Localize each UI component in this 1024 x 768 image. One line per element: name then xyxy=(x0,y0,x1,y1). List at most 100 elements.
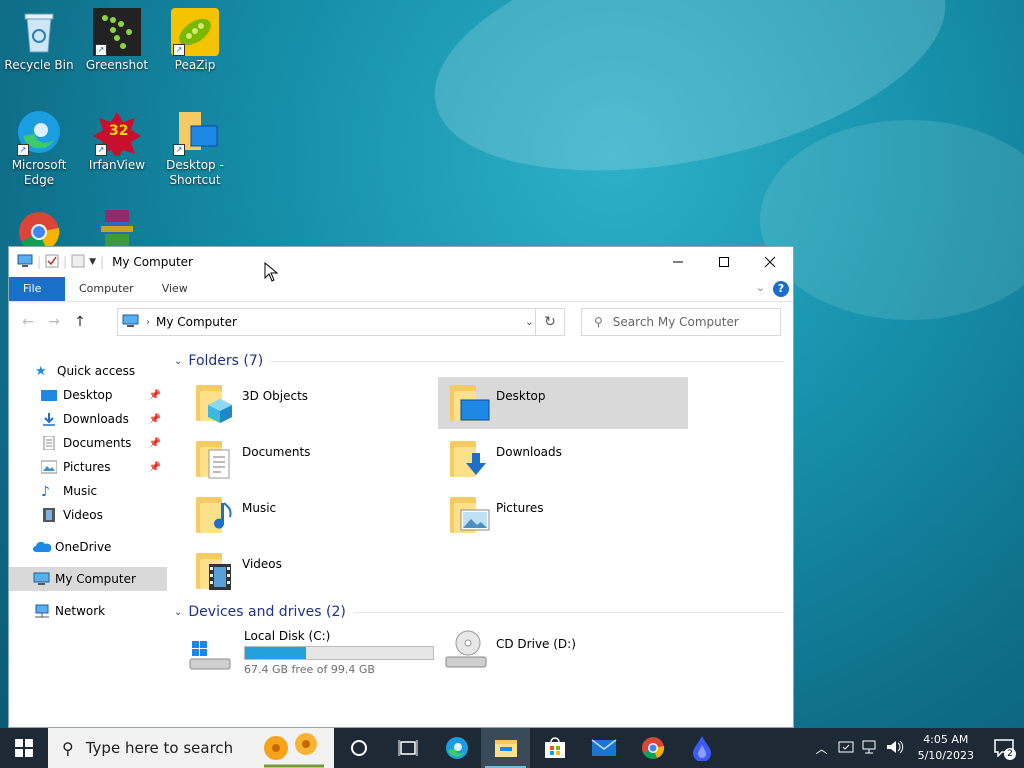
sidebar-item-my-computer[interactable]: My Computer xyxy=(9,567,167,591)
folder-music-icon xyxy=(194,493,236,535)
folder-music[interactable]: Music xyxy=(184,489,434,541)
taskbar-search-box[interactable]: ⚲ Type here to search xyxy=(48,728,334,768)
shortcut-arrow-icon: ↗ xyxy=(95,44,107,56)
desktop-icon-irfanview[interactable]: 32 ↗ IrfanView xyxy=(78,108,156,173)
taskbar-chrome[interactable] xyxy=(628,728,677,768)
sidebar-item-pictures[interactable]: Pictures 📌 xyxy=(9,455,167,479)
pin-icon[interactable]: 📌 xyxy=(149,414,161,425)
folder-documents[interactable]: Documents xyxy=(184,433,434,485)
address-bar[interactable]: › My Computer ⌄ ↻ xyxy=(117,308,565,336)
window-controls xyxy=(655,247,793,277)
title-bar[interactable]: | | ▼ | My Computer xyxy=(9,247,793,277)
forward-button[interactable]: → xyxy=(41,314,67,330)
cortana-button[interactable] xyxy=(334,728,383,768)
group-header-folders[interactable]: ⌄ Folders (7) xyxy=(174,353,784,369)
shortcut-arrow-icon: ↗ xyxy=(173,144,185,156)
sidebar-item-downloads[interactable]: Downloads 📌 xyxy=(9,407,167,431)
recycle-bin-icon xyxy=(15,8,63,56)
computer-icon xyxy=(122,314,140,331)
system-clock[interactable]: 4:05 AM 5/10/2023 xyxy=(918,732,974,764)
sidebar-item-network[interactable]: Network xyxy=(9,599,167,623)
irfanview-badge: 32 xyxy=(109,123,129,139)
group-divider xyxy=(271,360,784,362)
download-arrow-icon xyxy=(41,412,57,426)
volume-icon[interactable] xyxy=(886,739,904,758)
collapse-chevron-icon[interactable]: ⌄ xyxy=(174,607,182,618)
irfanview-icon: 32 ↗ xyxy=(93,108,141,160)
desktop-icon-greenshot[interactable]: ↗ Greenshot xyxy=(78,8,156,73)
network-icon[interactable] xyxy=(862,739,878,758)
folder-downloads[interactable]: Downloads xyxy=(438,433,688,485)
drive-free-space: 67.4 GB free of 99.4 GB xyxy=(244,663,375,676)
desktop-icon-desktop-shortcut[interactable]: ↗ Desktop - Shortcut xyxy=(156,108,234,188)
tab-file[interactable]: File xyxy=(9,277,65,301)
desktop-icon-recycle-bin[interactable]: Recycle Bin xyxy=(0,8,78,73)
computer-icon xyxy=(33,572,50,586)
show-hidden-icons-chevron-icon[interactable]: ︿ xyxy=(816,740,828,757)
clock-date: 5/10/2023 xyxy=(917,749,974,762)
tab-view[interactable]: View xyxy=(148,277,202,301)
tray-app-icon[interactable] xyxy=(838,739,854,758)
drive-cd-d[interactable]: CD Drive (D:) xyxy=(444,629,576,676)
sidebar-item-music[interactable]: ♪ Music xyxy=(9,479,167,503)
task-view-button[interactable] xyxy=(383,728,432,768)
customize-toolbar-dropdown-icon[interactable]: ▼ xyxy=(89,257,96,267)
back-button[interactable]: ← xyxy=(15,314,41,330)
folder-3d-objects-icon xyxy=(194,381,236,423)
refresh-button[interactable]: ↻ xyxy=(535,309,564,335)
action-center-button[interactable]: 2 xyxy=(984,728,1024,768)
file-explorer-folder-icon xyxy=(494,740,517,757)
search-box[interactable]: ⚲ Search My Computer xyxy=(581,308,781,336)
pin-icon[interactable]: 📌 xyxy=(149,390,161,401)
desktop-icon-peazip[interactable]: ↗ PeaZip xyxy=(156,8,234,73)
taskbar-mail[interactable] xyxy=(579,728,628,768)
breadcrumb-my-computer[interactable]: My Computer xyxy=(156,315,237,329)
window-title: My Computer xyxy=(112,255,193,269)
desktop-icon-edge[interactable]: ↗ Microsoft Edge xyxy=(0,108,78,188)
taskbar-search-input[interactable]: Type here to search xyxy=(86,739,233,757)
folder-videos-icon xyxy=(194,549,236,591)
sidebar-item-quick-access[interactable]: ★ Quick access xyxy=(9,359,167,383)
sidebar-item-onedrive[interactable]: OneDrive xyxy=(9,535,167,559)
taskbar-edge[interactable] xyxy=(432,728,481,768)
pin-icon[interactable]: 📌 xyxy=(149,462,161,473)
task-view-icon xyxy=(398,740,417,756)
up-button[interactable]: ↑ xyxy=(67,314,93,330)
sidebar-item-desktop[interactable]: Desktop 📌 xyxy=(9,383,167,407)
pin-icon[interactable]: 📌 xyxy=(149,438,161,449)
close-button[interactable] xyxy=(747,247,793,277)
drive-local-disk-c[interactable]: Local Disk (C:) 67.4 GB free of 99.4 GB xyxy=(188,629,434,676)
help-button[interactable]: ? xyxy=(773,281,789,297)
collapse-chevron-icon[interactable]: ⌄ xyxy=(174,356,182,367)
group-header-devices-and-drives[interactable]: ⌄ Devices and drives (2) xyxy=(174,604,784,620)
breadcrumb-chevron-icon[interactable]: › xyxy=(146,317,150,328)
maximize-button[interactable] xyxy=(701,247,747,277)
taskbar-app-blue-drop[interactable] xyxy=(677,728,726,768)
properties-icon[interactable] xyxy=(45,254,59,271)
tab-computer[interactable]: Computer xyxy=(65,277,148,301)
search-highlight-flowers-icon xyxy=(264,733,324,768)
taskbar-microsoft-store[interactable] xyxy=(530,728,579,768)
desktop-folder-icon: ↗ xyxy=(171,108,219,156)
desktop-icon-label: Greenshot xyxy=(85,58,149,72)
edge-icon xyxy=(445,737,468,759)
toolbar-separator: | xyxy=(37,255,42,269)
folder-desktop[interactable]: Desktop xyxy=(438,377,688,429)
film-icon xyxy=(41,508,57,522)
drive-usage-fill xyxy=(245,647,306,659)
sidebar-item-documents[interactable]: Documents 📌 xyxy=(9,431,167,455)
expand-ribbon-chevron-icon[interactable]: ⌄ xyxy=(756,281,765,294)
search-input[interactable]: Search My Computer xyxy=(613,315,739,329)
address-dropdown-chevron-icon[interactable]: ⌄ xyxy=(525,315,534,328)
content-pane: ⌄ Folders (7) 3D Objects Desktop Documen… xyxy=(174,341,785,727)
minimize-button[interactable] xyxy=(655,247,701,277)
new-folder-icon[interactable] xyxy=(71,254,85,271)
folder-videos[interactable]: Videos xyxy=(184,545,434,597)
folder-3d-objects[interactable]: 3D Objects xyxy=(184,377,434,429)
sidebar-item-videos[interactable]: Videos xyxy=(9,503,167,527)
taskbar-file-explorer[interactable] xyxy=(481,728,530,768)
drive-usage-bar xyxy=(244,646,434,660)
desktop-icon xyxy=(41,388,57,402)
folder-pictures[interactable]: Pictures xyxy=(438,489,688,541)
start-button[interactable] xyxy=(0,728,48,768)
